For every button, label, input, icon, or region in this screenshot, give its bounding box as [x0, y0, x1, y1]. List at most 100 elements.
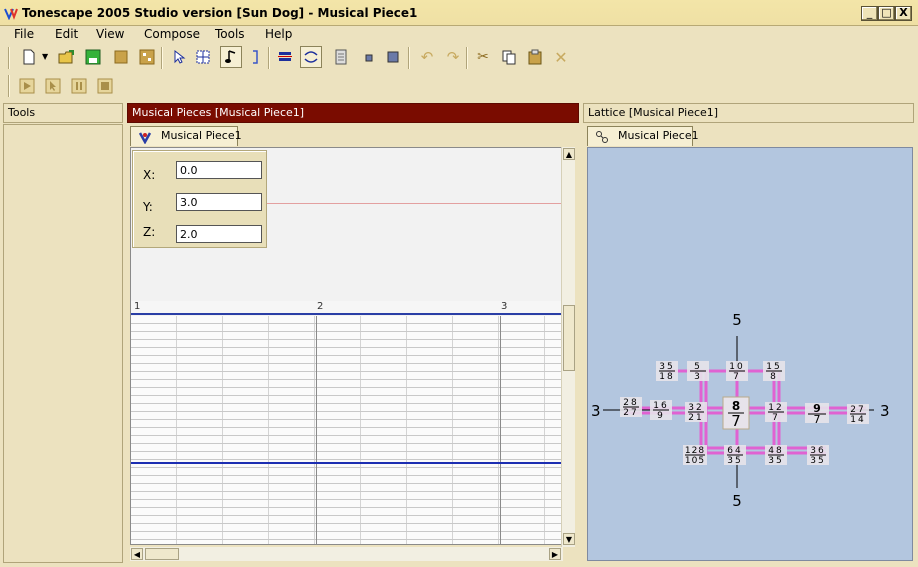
lattice-node[interactable]: 53 — [687, 361, 709, 382]
lattice-node[interactable]: 2827 — [620, 397, 642, 418]
select-arrow-icon[interactable] — [168, 46, 190, 68]
stop-icon[interactable] — [94, 75, 116, 97]
play-icon[interactable] — [16, 75, 38, 97]
x-label: X: — [143, 168, 156, 182]
lattice-node[interactable]: 6435 — [724, 445, 746, 466]
undo-icon[interactable]: ↶ — [416, 46, 438, 68]
menu-view[interactable]: View — [96, 27, 124, 41]
loop-icon[interactable] — [300, 46, 322, 68]
copy-icon[interactable] — [498, 46, 520, 68]
title-bar: Tonescape 2005 Studio version [Sun Dog] … — [0, 0, 918, 26]
node-denominator: 9 — [657, 411, 665, 421]
square-icon[interactable] — [382, 46, 404, 68]
lattice-view[interactable]: 5 5 3 3 35 18 53 10 7 15 8 28 27 16 9 32 21 87… — [587, 147, 913, 561]
lattice-node[interactable]: 3221 — [685, 402, 707, 423]
lattice-node[interactable]: 4835 — [765, 445, 787, 466]
lattice-node[interactable]: 3635 — [807, 445, 829, 466]
bracket-icon[interactable] — [244, 46, 266, 68]
box-icon[interactable] — [110, 46, 132, 68]
tab-musical-piece[interactable]: Musical Piece1 — [130, 126, 242, 146]
close-button[interactable]: X — [895, 6, 912, 21]
axis-label-left: 3 — [591, 402, 601, 420]
node-denominator: 7 — [731, 412, 741, 430]
scroll-down-arrow[interactable]: ▼ — [563, 533, 575, 545]
node-denominator: 35 — [727, 456, 742, 466]
node-denominator: 35 — [810, 456, 825, 466]
app-logo-icon — [4, 8, 18, 20]
menu-tools[interactable]: Tools — [215, 27, 245, 41]
lattice-node-selected[interactable]: 87 — [722, 396, 750, 430]
scroll-up-arrow[interactable]: ▲ — [563, 148, 575, 160]
y-label: Y: — [143, 200, 153, 214]
menu-compose[interactable]: Compose — [144, 27, 200, 41]
node-denominator: 14 — [850, 415, 865, 425]
toolbar-main: ▼ ↶ ↷ ✂ ✕ — [0, 44, 918, 72]
toolbar-separator — [268, 47, 270, 69]
lattice-node[interactable]: 3518 — [656, 361, 678, 382]
lattice-node[interactable]: 97 — [805, 402, 829, 426]
redo-icon[interactable]: ↷ — [442, 46, 464, 68]
paste-icon[interactable] — [524, 46, 546, 68]
y-field[interactable] — [176, 193, 262, 211]
lattice-node[interactable]: 107 — [726, 361, 748, 382]
lattice-node[interactable]: 169 — [650, 400, 672, 421]
properties-icon[interactable] — [136, 46, 158, 68]
lattice-node[interactable]: 127 — [765, 402, 787, 423]
scroll-thumb[interactable] — [145, 548, 179, 560]
horizontal-scrollbar[interactable]: ◀ ▶ — [130, 547, 563, 561]
lattice-node[interactable]: 128105 — [683, 445, 707, 466]
axis-label-top: 5 — [732, 311, 742, 329]
tools-pane — [3, 124, 123, 563]
toolbar-grip — [8, 75, 10, 97]
measure-number: 2 — [317, 301, 324, 312]
axis-label-right: 3 — [880, 402, 890, 420]
node-denominator: 35 — [768, 456, 783, 466]
node-denominator: 7 — [733, 372, 741, 382]
scroll-thumb[interactable] — [563, 305, 575, 371]
z-field[interactable] — [176, 225, 262, 243]
dropdown-arrow-icon[interactable]: ▼ — [42, 52, 48, 61]
note-icon[interactable] — [220, 46, 242, 68]
node-denominator: 8 — [770, 372, 778, 382]
small-square-icon[interactable] — [358, 46, 380, 68]
new-document-icon[interactable] — [18, 46, 40, 68]
save-disk-icon[interactable] — [82, 46, 104, 68]
node-denominator: 7 — [772, 413, 780, 423]
vertical-scrollbar[interactable]: ▲ ▼ — [561, 147, 575, 547]
tab-label: Musical Piece1 — [618, 129, 699, 142]
lattice-node[interactable]: 2714 — [847, 404, 869, 425]
toolbar-separator — [161, 47, 163, 69]
measure-number: 1 — [134, 301, 141, 312]
pointer-play-icon[interactable] — [42, 75, 64, 97]
bar-line — [500, 316, 501, 544]
node-denominator: 21 — [688, 413, 703, 423]
minimize-button[interactable]: _ — [861, 6, 878, 21]
menu-edit[interactable]: Edit — [55, 27, 78, 41]
maximize-button[interactable]: □ — [878, 6, 895, 21]
scroll-right-arrow[interactable]: ▶ — [549, 548, 561, 560]
musical-piece-icon — [138, 132, 152, 144]
musical-pieces-header: Musical Pieces [Musical Piece1] — [127, 103, 579, 123]
delete-icon[interactable]: ✕ — [550, 46, 572, 68]
measure-ruler[interactable]: 1 2 3 — [131, 301, 562, 315]
node-denominator: 18 — [659, 372, 674, 382]
menu-file[interactable]: File — [14, 27, 34, 41]
menu-help[interactable]: Help — [265, 27, 292, 41]
lattice-header: Lattice [Musical Piece1] — [583, 103, 914, 123]
pause-icon[interactable] — [68, 75, 90, 97]
align-icon[interactable] — [274, 46, 296, 68]
lattice-node[interactable]: 158 — [763, 361, 785, 382]
tools-pane-header: Tools — [3, 103, 123, 123]
node-denominator: 7 — [814, 413, 821, 426]
scroll-left-arrow[interactable]: ◀ — [131, 548, 143, 560]
x-field[interactable] — [176, 161, 262, 179]
node-denominator: 3 — [694, 372, 702, 382]
pitch-guide-line — [267, 203, 562, 204]
cut-icon[interactable]: ✂ — [472, 46, 494, 68]
grid-select-icon[interactable] — [192, 46, 214, 68]
open-folder-icon[interactable] — [56, 46, 78, 68]
measure-number: 3 — [501, 301, 508, 312]
tab-lattice[interactable]: Musical Piece1 — [587, 126, 699, 146]
page-icon[interactable] — [330, 46, 352, 68]
note-grid[interactable] — [131, 316, 562, 544]
